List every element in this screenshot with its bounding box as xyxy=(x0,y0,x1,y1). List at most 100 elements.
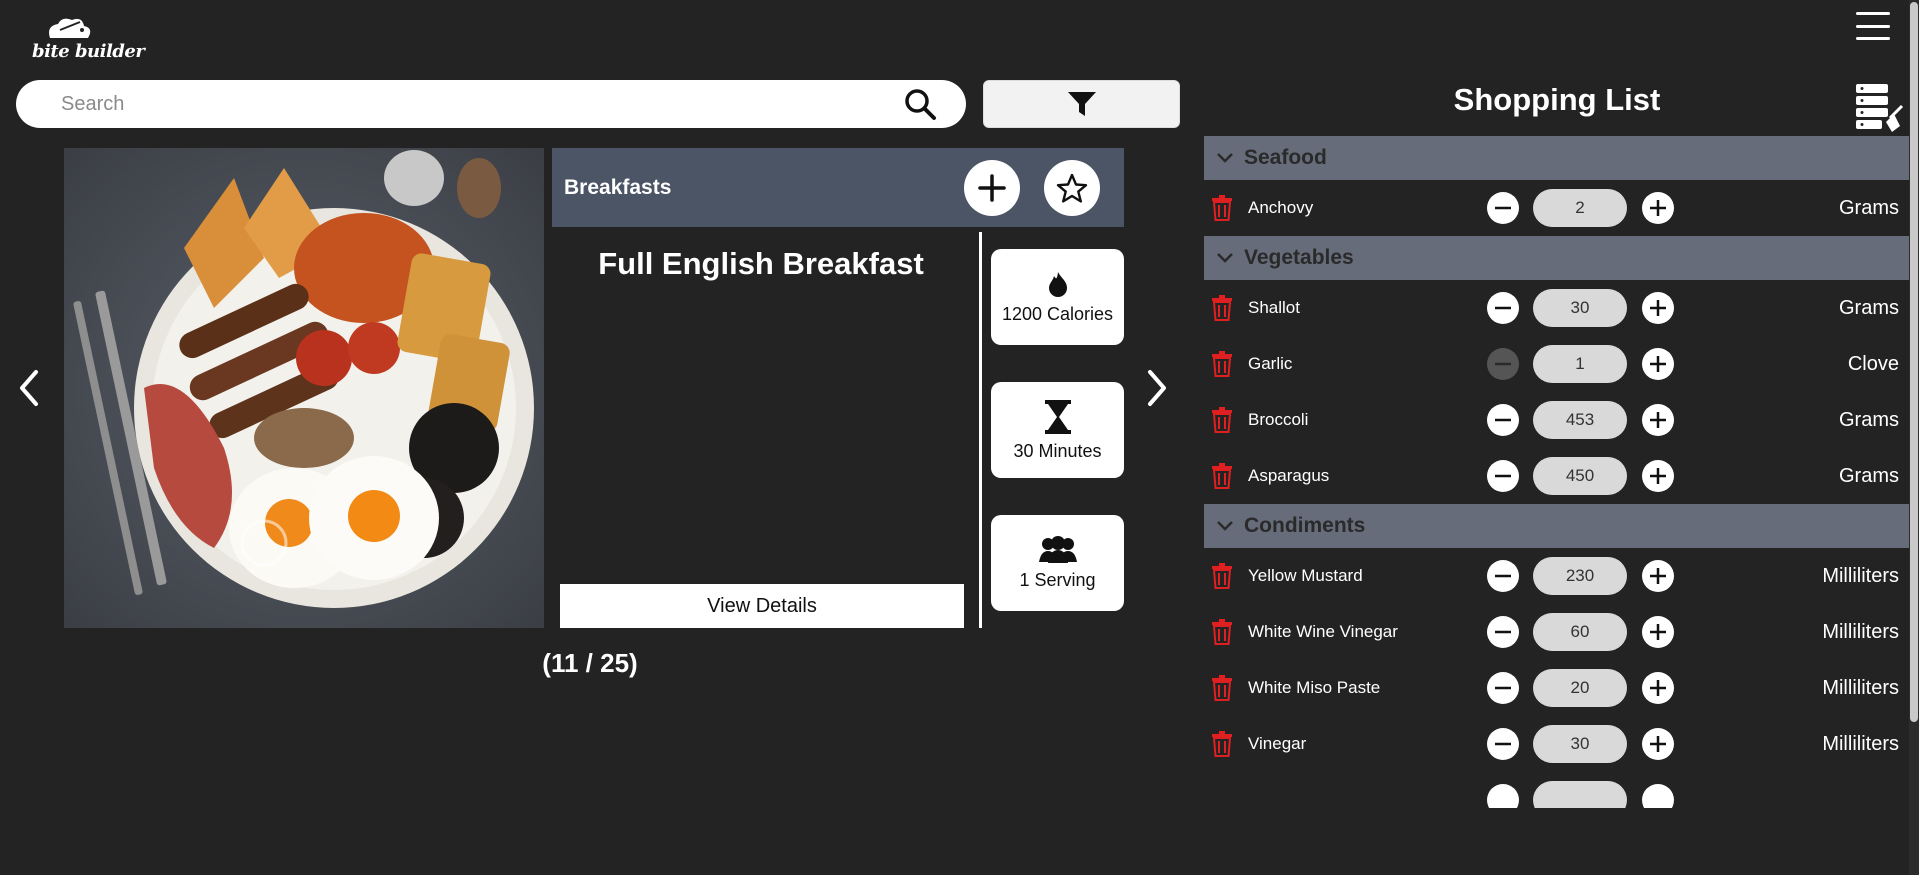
category-name: Vegetables xyxy=(1244,246,1354,269)
increase-quantity-button[interactable] xyxy=(1642,348,1674,380)
list-item: Vinegar 30 Milliliters xyxy=(1204,716,1909,772)
quantity-input[interactable]: 2 xyxy=(1533,189,1627,227)
decrease-quantity-button[interactable] xyxy=(1487,460,1519,492)
list-item: White Miso Paste 20 Milliliters xyxy=(1204,660,1909,716)
increase-quantity-button[interactable] xyxy=(1642,460,1674,492)
calories-label: 1200 Calories xyxy=(1001,303,1114,324)
trash-icon[interactable] xyxy=(1211,407,1235,433)
recipe-image xyxy=(64,148,544,628)
trash-icon[interactable] xyxy=(1211,351,1235,377)
list-item: Yellow Mustard 230 Milliliters xyxy=(1204,548,1909,604)
shopping-list[interactable]: Seafood Anchovy 2 Grams Vegetables Shall… xyxy=(1204,136,1909,808)
increase-quantity-button[interactable] xyxy=(1642,292,1674,324)
favorite-button[interactable] xyxy=(1044,159,1100,216)
add-recipe-button[interactable] xyxy=(964,159,1020,216)
quantity-input[interactable] xyxy=(1533,781,1627,808)
decrease-quantity-button[interactable] xyxy=(1487,292,1519,324)
decrease-quantity-button[interactable] xyxy=(1487,728,1519,760)
list-item: Shallot 30 Grams xyxy=(1204,280,1909,336)
trash-icon[interactable] xyxy=(1211,195,1235,221)
time-stat: 30 Minutes xyxy=(991,382,1124,478)
item-name: Yellow Mustard xyxy=(1248,566,1363,585)
chevron-down-icon xyxy=(1214,515,1236,537)
next-recipe-arrow-icon[interactable] xyxy=(1142,366,1172,410)
decrease-quantity-button[interactable] xyxy=(1487,784,1519,808)
item-unit: Grams xyxy=(1839,464,1899,487)
hourglass-icon xyxy=(1044,399,1071,434)
decrease-quantity-button[interactable] xyxy=(1487,672,1519,704)
search-bar xyxy=(16,80,966,128)
quantity-input[interactable]: 1 xyxy=(1533,345,1627,383)
recipe-counter: (11 / 25) xyxy=(542,648,638,678)
decrease-quantity-button[interactable] xyxy=(1487,560,1519,592)
quantity-input[interactable]: 230 xyxy=(1533,557,1627,595)
increase-quantity-button[interactable] xyxy=(1642,728,1674,760)
item-unit: Milliliters xyxy=(1822,620,1899,643)
page-scrollbar-thumb[interactable] xyxy=(1910,2,1918,722)
item-name: Asparagus xyxy=(1248,466,1330,485)
trash-icon[interactable] xyxy=(1211,563,1235,589)
item-unit: Milliliters xyxy=(1822,676,1899,699)
app-root: bite builder Search Breakfasts Full Engl… xyxy=(0,0,1919,875)
decrease-quantity-button[interactable] xyxy=(1487,404,1519,436)
hamburger-menu-icon[interactable] xyxy=(1856,10,1890,42)
quantity-input[interactable]: 30 xyxy=(1533,725,1627,763)
increase-quantity-button[interactable] xyxy=(1642,616,1674,648)
increase-quantity-button[interactable] xyxy=(1642,192,1674,224)
people-icon xyxy=(1038,535,1077,563)
quantity-input[interactable]: 20 xyxy=(1533,669,1627,707)
logo[interactable]: bite builder xyxy=(28,16,145,64)
decrease-quantity-button[interactable] xyxy=(1487,192,1519,224)
list-item: Anchovy 2 Grams xyxy=(1204,180,1909,236)
item-unit: Milliliters xyxy=(1822,732,1899,755)
search-icon[interactable] xyxy=(902,86,938,122)
card-divider xyxy=(979,232,982,628)
list-item: White Wine Vinegar 60 Milliliters xyxy=(1204,604,1909,660)
search-input[interactable] xyxy=(61,92,902,116)
item-unit: Grams xyxy=(1839,296,1899,319)
quantity-input[interactable]: 453 xyxy=(1533,401,1627,439)
trash-icon[interactable] xyxy=(1211,619,1235,645)
increase-quantity-button[interactable] xyxy=(1642,784,1674,808)
quantity-input[interactable]: 30 xyxy=(1533,289,1627,327)
item-name: Shallot xyxy=(1248,298,1300,317)
trash-icon[interactable] xyxy=(1211,731,1235,757)
item-unit: Milliliters xyxy=(1822,564,1899,587)
category-header-seafood[interactable]: Seafood xyxy=(1204,136,1909,180)
item-name: Garlic xyxy=(1248,354,1293,373)
view-details-button[interactable]: View Details xyxy=(560,584,964,628)
trash-icon[interactable] xyxy=(1211,295,1235,321)
quantity-input[interactable]: 450 xyxy=(1533,457,1627,495)
trash-icon[interactable] xyxy=(1211,463,1235,489)
category-name: Seafood xyxy=(1244,146,1327,169)
category-header-vegetables[interactable]: Vegetables xyxy=(1204,236,1909,280)
clear-list-icon[interactable] xyxy=(1854,82,1906,134)
category-name: Condiments xyxy=(1244,514,1366,537)
list-item: Asparagus 450 Grams xyxy=(1204,448,1909,504)
recipe-category: Breakfasts xyxy=(564,175,672,199)
increase-quantity-button[interactable] xyxy=(1642,672,1674,704)
filter-icon xyxy=(1067,92,1096,116)
item-name: Vinegar xyxy=(1248,734,1307,753)
list-item: Broccoli 453 Grams xyxy=(1204,392,1909,448)
trash-icon[interactable] xyxy=(1211,675,1235,701)
filter-button[interactable] xyxy=(983,80,1180,128)
recipe-card-header: Breakfasts xyxy=(552,148,1124,227)
star-icon xyxy=(1056,173,1088,203)
increase-quantity-button[interactable] xyxy=(1642,560,1674,592)
list-item xyxy=(1204,772,1909,808)
previous-recipe-arrow-icon[interactable] xyxy=(14,366,44,410)
item-name: White Wine Vinegar xyxy=(1248,622,1398,641)
decrease-quantity-button[interactable] xyxy=(1487,616,1519,648)
quantity-input[interactable]: 60 xyxy=(1533,613,1627,651)
plus-icon xyxy=(978,173,1006,202)
item-unit: Clove xyxy=(1847,352,1899,375)
decrease-quantity-button[interactable] xyxy=(1487,348,1519,380)
time-label: 30 Minutes xyxy=(1013,440,1102,461)
flame-icon xyxy=(1048,271,1067,297)
servings-label: 1 Serving xyxy=(1019,569,1096,590)
calories-stat: 1200 Calories xyxy=(991,249,1124,345)
increase-quantity-button[interactable] xyxy=(1642,404,1674,436)
category-header-condiments[interactable]: Condiments xyxy=(1204,504,1909,548)
item-unit: Grams xyxy=(1839,408,1899,431)
